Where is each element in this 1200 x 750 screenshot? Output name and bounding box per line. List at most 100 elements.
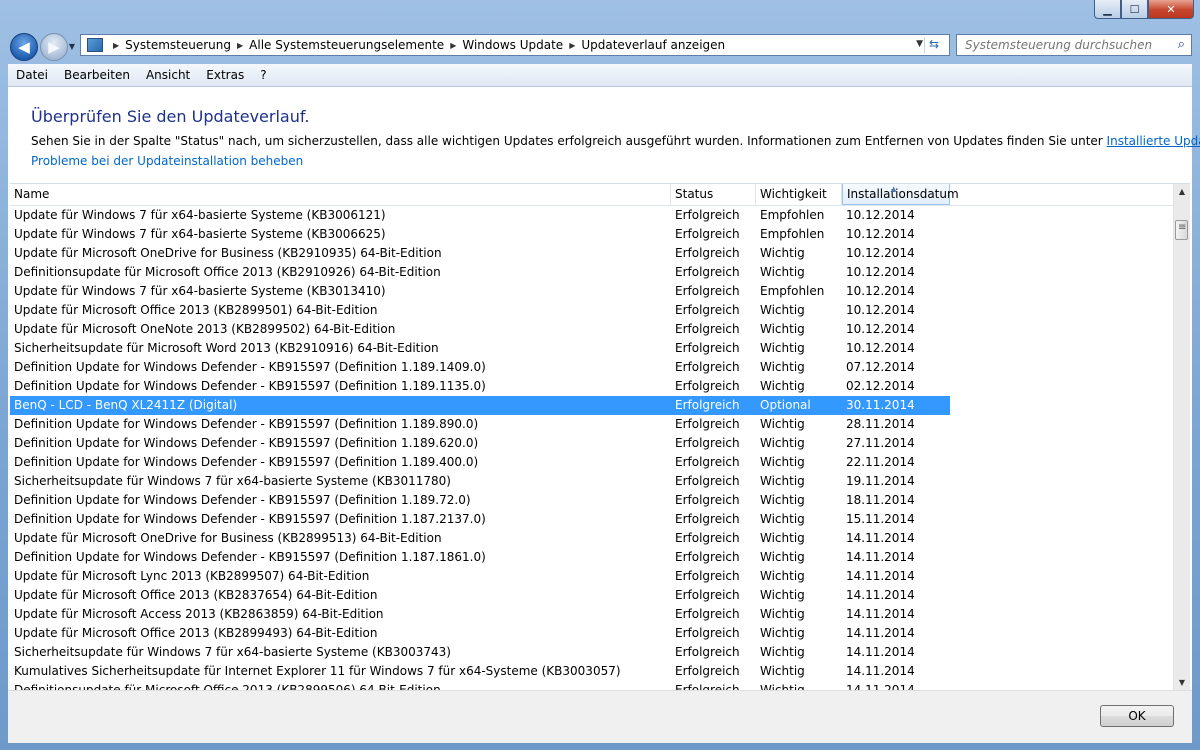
menu-ansicht[interactable]: Ansicht xyxy=(138,68,198,82)
cell-status: Erfolgreich xyxy=(675,265,740,279)
table-row[interactable]: Update für Microsoft OneDrive for Busine… xyxy=(10,244,1174,263)
breadcrumb-separator-icon[interactable]: ▶ xyxy=(450,41,456,50)
column-header-importance[interactable]: Wichtigkeit xyxy=(756,184,842,205)
breadcrumb-separator-icon[interactable]: ▶ xyxy=(113,41,119,50)
cell-install-date: 18.11.2014 xyxy=(846,493,915,507)
cell-status: Erfolgreich xyxy=(675,569,740,583)
table-row[interactable]: Definition Update for Windows Defender -… xyxy=(10,548,1174,567)
cell-install-date: 30.11.2014 xyxy=(846,398,915,412)
menu-help[interactable]: ? xyxy=(252,68,274,82)
cell-status: Erfolgreich xyxy=(675,664,740,678)
troubleshoot-link[interactable]: Probleme bei der Updateinstallation behe… xyxy=(31,154,303,168)
installed-updates-link[interactable]: Installierte Updates xyxy=(1107,134,1200,148)
cell-status: Erfolgreich xyxy=(675,417,740,431)
column-header-status[interactable]: Status xyxy=(671,184,756,205)
cell-install-date: 14.11.2014 xyxy=(846,645,915,659)
cell-name: Definitionsupdate für Microsoft Office 2… xyxy=(14,265,441,279)
cell-name: Update für Windows 7 für x64-basierte Sy… xyxy=(14,208,386,222)
cell-importance: Wichtig xyxy=(760,265,805,279)
table-row[interactable]: Update für Microsoft OneDrive for Busine… xyxy=(10,529,1174,548)
cell-install-date: 22.11.2014 xyxy=(846,455,915,469)
caption-buttons: ▁ ☐ ✕ xyxy=(1094,0,1194,20)
maximize-icon[interactable]: ☐ xyxy=(1121,0,1148,19)
cell-importance: Wichtig xyxy=(760,626,805,640)
table-row[interactable]: Definition Update for Windows Defender -… xyxy=(10,415,1174,434)
cell-name: Update für Windows 7 für x64-basierte Sy… xyxy=(14,227,386,241)
cell-name: Update für Microsoft OneNote 2013 (KB289… xyxy=(14,322,396,336)
minimize-icon[interactable]: ▁ xyxy=(1094,0,1121,19)
cell-importance: Wichtig xyxy=(760,569,805,583)
table-row[interactable]: Definition Update for Windows Defender -… xyxy=(10,377,1174,396)
table-row[interactable]: Update für Microsoft Office 2013 (KB2837… xyxy=(10,586,1174,605)
back-arrow-icon[interactable]: ◀ xyxy=(10,33,38,61)
forward-arrow-icon[interactable]: ▶ xyxy=(40,33,68,61)
address-dropdown-icon[interactable]: ▼ xyxy=(916,39,923,49)
cell-name: Update für Microsoft Lync 2013 (KB289950… xyxy=(14,569,370,583)
cell-install-date: 15.11.2014 xyxy=(846,512,915,526)
breadcrumb-item[interactable]: Systemsteuerung xyxy=(125,38,231,52)
cell-install-date: 10.12.2014 xyxy=(846,265,915,279)
scroll-up-icon[interactable]: ▲ xyxy=(1174,184,1190,200)
table-row[interactable]: Update für Microsoft Lync 2013 (KB289950… xyxy=(10,567,1174,586)
table-row[interactable]: Kumulatives Sicherheitsupdate für Intern… xyxy=(10,662,1174,681)
dialog-footer: OK xyxy=(8,690,1192,743)
cell-status: Erfolgreich xyxy=(675,512,740,526)
table-row[interactable]: Definitionsupdate für Microsoft Office 2… xyxy=(10,263,1174,282)
address-bar[interactable]: ▶ Systemsteuerung ▶ Alle Systemsteuerung… xyxy=(80,34,950,56)
cell-importance: Wichtig xyxy=(760,664,805,678)
breadcrumb-item[interactable]: Windows Update xyxy=(462,38,563,52)
search-box[interactable]: ⌕ xyxy=(956,34,1192,56)
ok-button[interactable]: OK xyxy=(1100,705,1174,727)
table-row[interactable]: BenQ - LCD - BenQ XL2411Z (Digital) Erfol… xyxy=(10,396,950,415)
table-row[interactable]: Update für Microsoft Access 2013 (KB2863… xyxy=(10,605,1174,624)
table-row[interactable]: Definition Update for Windows Defender -… xyxy=(10,453,1174,472)
cell-status: Erfolgreich xyxy=(675,550,740,564)
cell-install-date: 28.11.2014 xyxy=(846,417,915,431)
cell-status: Erfolgreich xyxy=(675,284,740,298)
table-row[interactable]: Sicherheitsupdate für Windows 7 für x64-… xyxy=(10,472,1174,491)
cell-status: Erfolgreich xyxy=(675,208,740,222)
column-header-install-date[interactable]: ▲ Installationsdatum xyxy=(842,184,959,205)
cell-name: Definition Update for Windows Defender -… xyxy=(14,550,486,564)
refresh-icon[interactable]: ⇆ xyxy=(924,37,945,53)
cell-importance: Wichtig xyxy=(760,607,805,621)
search-icon[interactable]: ⌕ xyxy=(1178,37,1185,52)
column-header-name[interactable]: Name xyxy=(10,184,671,205)
cell-install-date: 14.11.2014 xyxy=(846,664,915,678)
table-row[interactable]: Sicherheitsupdate für Windows 7 für x64-… xyxy=(10,643,1174,662)
table-row[interactable]: Update für Microsoft Office 2013 (KB2899… xyxy=(10,301,1174,320)
menu-bearbeiten[interactable]: Bearbeiten xyxy=(56,68,138,82)
breadcrumb-separator-icon[interactable]: ▶ xyxy=(569,41,575,50)
cell-install-date: 14.11.2014 xyxy=(846,607,915,621)
cell-name: Update für Microsoft OneDrive for Busine… xyxy=(14,531,442,545)
menu-datei[interactable]: Datei xyxy=(8,68,56,82)
close-icon[interactable]: ✕ xyxy=(1148,0,1194,19)
cell-status: Erfolgreich xyxy=(675,531,740,545)
table-row[interactable]: Update für Microsoft Office 2013 (KB2899… xyxy=(10,624,1174,643)
cell-name: Update für Microsoft Office 2013 (KB2837… xyxy=(14,588,378,602)
table-row[interactable]: Update für Windows 7 für x64-basierte Sy… xyxy=(10,206,1174,225)
table-row[interactable]: Definition Update for Windows Defender -… xyxy=(10,358,1174,377)
cell-importance: Wichtig xyxy=(760,246,805,260)
table-row[interactable]: Update für Windows 7 für x64-basierte Sy… xyxy=(10,282,1174,301)
cell-name: Definition Update for Windows Defender -… xyxy=(14,360,486,374)
cell-importance: Wichtig xyxy=(760,588,805,602)
breadcrumb-separator-icon[interactable]: ▶ xyxy=(237,41,243,50)
recent-pages-chevron-icon[interactable]: ▼ xyxy=(67,41,77,51)
table-row[interactable]: Definition Update for Windows Defender -… xyxy=(10,510,1174,529)
table-row[interactable]: Update für Microsoft OneNote 2013 (KB289… xyxy=(10,320,1174,339)
breadcrumb-item[interactable]: Alle Systemsteuerungselemente xyxy=(249,38,444,52)
vertical-scrollbar[interactable]: ▲ ▼ xyxy=(1173,184,1190,691)
table-row[interactable]: Sicherheitsupdate für Microsoft Word 201… xyxy=(10,339,1174,358)
scrollbar-thumb[interactable] xyxy=(1175,220,1188,240)
search-input[interactable] xyxy=(963,37,1167,53)
table-row[interactable]: Definition Update for Windows Defender -… xyxy=(10,434,1174,453)
cell-importance: Optional xyxy=(760,398,811,412)
table-row[interactable]: Definition Update for Windows Defender -… xyxy=(10,491,1174,510)
scroll-down-icon[interactable]: ▼ xyxy=(1174,675,1190,691)
table-row[interactable]: Update für Windows 7 für x64-basierte Sy… xyxy=(10,225,1174,244)
menu-extras[interactable]: Extras xyxy=(198,68,252,82)
cell-name: Definition Update for Windows Defender -… xyxy=(14,417,479,431)
control-panel-icon xyxy=(87,38,103,52)
breadcrumb-item[interactable]: Updateverlauf anzeigen xyxy=(581,38,725,52)
